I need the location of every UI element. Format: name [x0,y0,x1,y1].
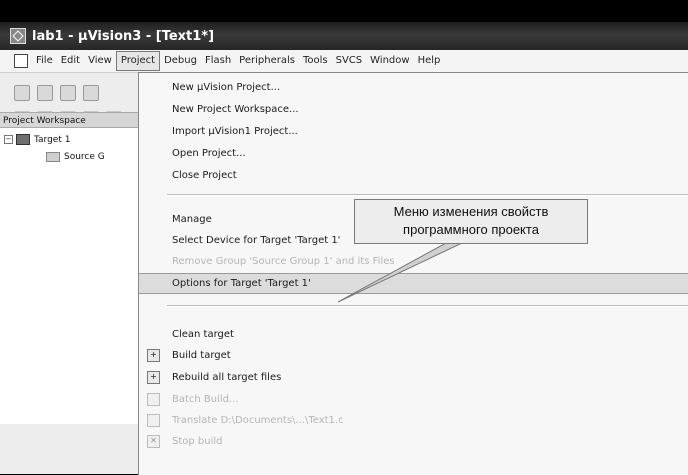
annotation-callout: Меню изменения свойств программного прое… [354,199,588,244]
callout-line-1: Меню изменения свойств [393,204,549,219]
callout-line-2: программного проекта [403,222,539,237]
